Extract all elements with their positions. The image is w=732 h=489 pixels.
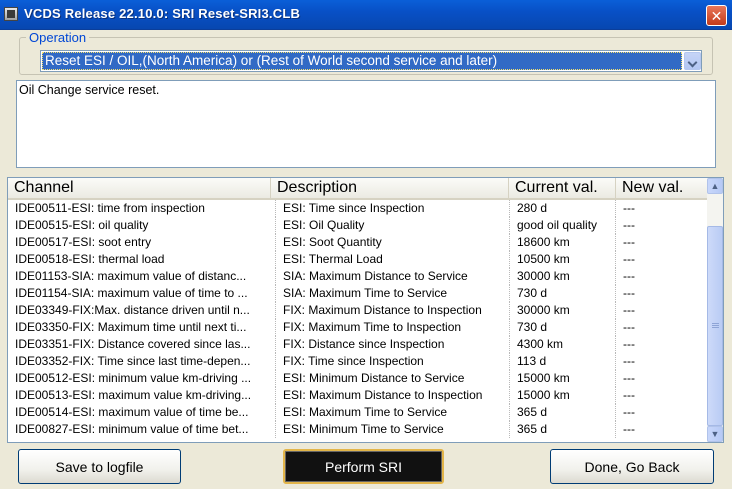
operation-selected-value: Reset ESI / OIL,(North America) or (Rest… — [42, 52, 682, 70]
new-value-cell: --- — [623, 201, 635, 215]
description-cell: ESI: Minimum Distance to Service — [276, 370, 510, 387]
description-cell: SIA: Maximum Time to Service — [276, 285, 510, 302]
description-cell: ESI: Maximum Distance to Inspection — [276, 387, 510, 404]
table-row[interactable]: IDE00511-ESI: time from inspection ESI: T… — [8, 200, 707, 217]
current-value-cell: 730 d — [510, 285, 616, 302]
table-row[interactable]: IDE00512-ESI: minimum value km-driving .… — [8, 370, 707, 387]
description-cell: ESI: Thermal Load — [276, 251, 510, 268]
description-cell: FIX: Distance since Inspection — [276, 336, 510, 353]
table-row[interactable]: IDE00515-ESI: oil quality ESI: Oil Qualit… — [8, 217, 707, 234]
description-box: Oil Change service reset. — [16, 80, 716, 168]
window-title: VCDS Release 22.10.0: SRI Reset-SRI3.CLB — [24, 6, 301, 21]
channel-cell: IDE03352-FIX: Time since last time-depen… — [8, 353, 276, 370]
scroll-thumb[interactable] — [707, 226, 723, 426]
channel-cell: IDE00511-ESI: time from inspection — [8, 200, 276, 217]
description-cell: ESI: Maximum Time to Service — [276, 404, 510, 421]
current-value-cell: 730 d — [510, 319, 616, 336]
description-cell: SIA: Maximum Distance to Service — [276, 268, 510, 285]
current-value-cell: 280 d — [510, 200, 616, 217]
current-value-cell: 365 d — [510, 421, 616, 438]
channel-cell: IDE01153-SIA: maximum value of distanc..… — [8, 268, 276, 285]
new-value-cell: --- — [623, 371, 635, 385]
current-value-cell: 10500 km — [510, 251, 616, 268]
current-value-cell: 15000 km — [510, 370, 616, 387]
description-cell: FIX: Maximum Distance to Inspection — [276, 302, 510, 319]
new-value-cell: --- — [623, 286, 635, 300]
table-row[interactable]: IDE00514-ESI: maximum value of time be..… — [8, 404, 707, 421]
new-value-cell: --- — [623, 422, 635, 436]
new-value-cell: --- — [623, 218, 635, 232]
perform-sri-button[interactable]: Perform SRI — [283, 449, 444, 484]
table-row[interactable]: IDE03349-FIX:Max. distance driven until … — [8, 302, 707, 319]
new-value-cell: --- — [623, 252, 635, 266]
channel-cell: IDE00514-ESI: maximum value of time be..… — [8, 404, 276, 421]
channel-table: Channel Description Current val. New val… — [7, 177, 724, 443]
current-value-cell: 4300 km — [510, 336, 616, 353]
channel-cell: IDE00512-ESI: minimum value km-driving .… — [8, 370, 276, 387]
table-row[interactable]: IDE03351-FIX: Distance covered since las… — [8, 336, 707, 353]
table-header: Channel Description Current val. New val… — [8, 178, 707, 200]
table-row[interactable]: IDE00517-ESI: soot entry ESI: Soot Quanti… — [8, 234, 707, 251]
current-value-cell: 113 d — [510, 353, 616, 370]
table-row[interactable]: IDE03352-FIX: Time since last time-depen… — [8, 353, 707, 370]
description-cell: FIX: Maximum Time to Inspection — [276, 319, 510, 336]
arrow-down-icon: ▼ — [710, 429, 720, 439]
arrow-up-icon: ▲ — [710, 181, 720, 191]
title-bar: VCDS Release 22.10.0: SRI Reset-SRI3.CLB… — [0, 0, 732, 30]
current-value-cell: 30000 km — [510, 302, 616, 319]
new-value-cell: --- — [623, 405, 635, 419]
table-row[interactable]: IDE00513-ESI: maximum value km-driving..… — [8, 387, 707, 404]
new-value-cell: --- — [623, 388, 635, 402]
description-cell: FIX: Time since Inspection — [276, 353, 510, 370]
vertical-scrollbar[interactable]: ▲ ▼ — [707, 178, 723, 442]
table-row[interactable]: IDE03350-FIX: Maximum time until next ti… — [8, 319, 707, 336]
channel-cell: IDE01154-SIA: maximum value of time to .… — [8, 285, 276, 302]
description-cell: ESI: Minimum Time to Service — [276, 421, 510, 438]
new-value-cell: --- — [623, 303, 635, 317]
header-new-value[interactable]: New val. — [616, 178, 707, 198]
channel-cell: IDE00518-ESI: thermal load — [8, 251, 276, 268]
grip-line — [712, 327, 719, 328]
header-channel[interactable]: Channel — [8, 178, 271, 198]
current-value-cell: 18600 km — [510, 234, 616, 251]
new-value-cell: --- — [623, 354, 635, 368]
chevron-down-icon[interactable] — [684, 52, 701, 70]
channel-cell: IDE00515-ESI: oil quality — [8, 217, 276, 234]
grip-line — [712, 325, 719, 326]
header-description[interactable]: Description — [271, 178, 509, 198]
current-value-cell: 30000 km — [510, 268, 616, 285]
new-value-cell: --- — [623, 337, 635, 351]
new-value-cell: --- — [623, 235, 635, 249]
current-value-cell: 15000 km — [510, 387, 616, 404]
description-cell: ESI: Time since Inspection — [276, 200, 510, 217]
description-cell: ESI: Soot Quantity — [276, 234, 510, 251]
table-row[interactable]: IDE01153-SIA: maximum value of distanc..… — [8, 268, 707, 285]
channel-cell: IDE00827-ESI: minimum value of time bet.… — [8, 421, 276, 438]
save-to-logfile-button[interactable]: Save to logfile — [18, 449, 181, 484]
done-go-back-button[interactable]: Done, Go Back — [550, 449, 714, 484]
grip-line — [712, 323, 719, 324]
operation-label: Operation — [26, 30, 90, 45]
channel-cell: IDE03350-FIX: Maximum time until next ti… — [8, 319, 276, 336]
current-value-cell: good oil quality — [510, 217, 616, 234]
new-value-cell: --- — [623, 320, 635, 334]
channel-cell: IDE03351-FIX: Distance covered since las… — [8, 336, 276, 353]
table-row[interactable]: IDE00518-ESI: thermal load ESI: Thermal L… — [8, 251, 707, 268]
header-current-value[interactable]: Current val. — [509, 178, 616, 198]
table-row[interactable]: IDE00827-ESI: minimum value of time bet.… — [8, 421, 707, 438]
table-row[interactable]: IDE01154-SIA: maximum value of time to .… — [8, 285, 707, 302]
channel-cell: IDE00513-ESI: maximum value km-driving..… — [8, 387, 276, 404]
new-value-cell: --- — [623, 269, 635, 283]
close-button[interactable]: ✕ — [706, 5, 727, 26]
scroll-up-button[interactable]: ▲ — [707, 178, 723, 194]
scroll-down-button[interactable]: ▼ — [707, 426, 723, 442]
channel-cell: IDE00517-ESI: soot entry — [8, 234, 276, 251]
channel-cell: IDE03349-FIX:Max. distance driven until … — [8, 302, 276, 319]
table-body: IDE00511-ESI: time from inspection ESI: T… — [8, 200, 707, 438]
app-icon — [4, 7, 18, 21]
description-cell: ESI: Oil Quality — [276, 217, 510, 234]
description-text: Oil Change service reset. — [19, 83, 160, 97]
current-value-cell: 365 d — [510, 404, 616, 421]
operation-select[interactable]: Reset ESI / OIL,(North America) or (Rest… — [40, 50, 702, 72]
